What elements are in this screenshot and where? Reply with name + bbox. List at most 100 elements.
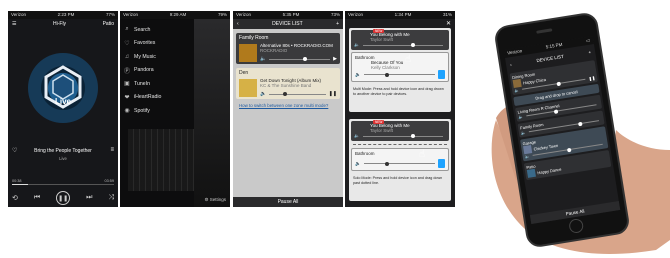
battery: 77% [105, 12, 115, 17]
previous-icon[interactable]: ⏮ [34, 194, 40, 202]
spotify-icon: ◉ [124, 108, 130, 115]
volume-knob[interactable] [385, 161, 390, 166]
queue-icon[interactable]: ≡ [110, 147, 114, 153]
album-cover [239, 78, 257, 97]
battery-icon: ▭ [585, 37, 591, 44]
album-art: Live [28, 53, 98, 123]
speaker-icon: 🔈 [518, 113, 524, 120]
volume-knob[interactable] [283, 92, 288, 96]
pause-icon[interactable]: ❚❚ [329, 91, 337, 97]
track-sub: ROCKRADIO [260, 48, 288, 53]
next-icon[interactable]: ⏭ [86, 194, 92, 202]
pause-all-button[interactable]: Pause All [233, 197, 343, 207]
menu-item-label: My Music [134, 53, 156, 60]
volume-knob[interactable] [410, 134, 415, 138]
menu-item-label: Pandora [134, 67, 154, 74]
battery: 79% [217, 12, 227, 17]
header: ‹ DEVICE LIST + [233, 19, 343, 29]
speaker-icon: 🔈 [355, 160, 361, 166]
album-art-text: Live [54, 97, 71, 106]
status-bar: Verizon 5:35 PM 73% [233, 11, 343, 19]
back-icon[interactable]: ‹ [510, 62, 512, 67]
volume-slider[interactable] [362, 43, 443, 47]
page-title: DEVICE LIST [272, 21, 303, 27]
menu-item-label: Favorites [134, 40, 156, 47]
track-title: Happy Dance [536, 166, 562, 175]
artist-name: Live [59, 156, 67, 161]
music-icon: ♫ [124, 53, 130, 60]
menu-item-label: Search [134, 26, 151, 33]
repeat-icon[interactable]: ⟲ [12, 194, 18, 202]
dotted-divider [353, 144, 447, 145]
volume-knob[interactable] [554, 108, 559, 114]
volume-knob[interactable] [567, 147, 572, 152]
close-icon[interactable]: ✕ [446, 20, 451, 27]
volume-slider[interactable] [363, 161, 435, 166]
volume-slider[interactable] [269, 92, 326, 96]
menu-item-spotify[interactable]: ◉ Spotify [120, 104, 194, 118]
volume-slider[interactable] [362, 134, 443, 138]
pause-icon[interactable]: ❚❚ [588, 75, 595, 81]
status-bar: Verizon 2:23 PM 77% [8, 11, 118, 19]
menu-item-tunein[interactable]: ▣ TuneIn [120, 77, 194, 91]
home-button[interactable] [568, 217, 585, 234]
volume-knob[interactable] [302, 57, 307, 61]
menu-item-favorites[interactable]: ♡ Favorites [120, 37, 194, 51]
time-total: 03:59 [104, 179, 114, 183]
camera [536, 28, 553, 34]
shuffle-icon[interactable]: ⤨ [108, 194, 114, 202]
page-title: DEVICE LIST [536, 53, 564, 63]
volume-knob[interactable] [556, 81, 562, 86]
help-link[interactable]: How to switch between one zone multi mod… [233, 99, 343, 112]
track-sub: KC & The Sunshine Band [260, 83, 312, 88]
volume-knob[interactable] [385, 72, 390, 77]
menu-item-my-music[interactable]: ♫ My Music [120, 50, 194, 64]
menu-item-label: TuneIn [134, 80, 150, 87]
add-icon[interactable]: + [336, 21, 339, 27]
carrier: Verizon [123, 12, 139, 17]
multi-mode-hint: Multi Mode: Press and hold device icon a… [353, 87, 444, 96]
play-icon[interactable]: ▶ [333, 56, 337, 62]
device-button[interactable]: Patio [103, 21, 114, 27]
album-cover [526, 168, 536, 178]
settings-button[interactable]: ⚙ Settings [204, 197, 226, 203]
volume-knob[interactable] [410, 43, 415, 47]
menu-item-search[interactable]: ⌕ Search [120, 23, 194, 37]
tunein-icon: ▣ [124, 81, 130, 88]
hand-pointer-icon: ☝ [405, 54, 412, 65]
time-row: 00:38 03:59 [12, 179, 114, 183]
speaker-icon: 🔈 [260, 56, 267, 62]
device-group[interactable]: Family Room Alternative 80s • ROCKRADIO.… [236, 33, 340, 64]
speaker-icon: 🔈 [354, 133, 360, 138]
device-icon[interactable] [438, 70, 445, 79]
device-group[interactable]: Den Get Down Tonight (Album Mix) KC & Th… [236, 68, 340, 99]
menu-icon[interactable]: ☰ [12, 21, 16, 27]
new-badge: NEW [373, 120, 385, 124]
device-card[interactable]: Bathroom Because Of You Kelly Clarkson 🔈 [351, 52, 449, 82]
heart-icon[interactable]: ♡ [12, 147, 17, 154]
add-icon[interactable]: + [588, 49, 591, 54]
solo-mode-hint: Solo Mode: Press and hold device icon an… [353, 176, 443, 185]
carrier: Verizon [11, 12, 27, 17]
volume-slider[interactable] [363, 72, 435, 77]
status-bar: Verizon 1:34 PM 31% [345, 11, 455, 19]
menu-item-label: iHeartRadio [134, 94, 162, 101]
device-card[interactable]: Bathroom 🔈 [351, 148, 449, 171]
speaker-icon: 🔈 [520, 129, 527, 136]
pause-button[interactable]: ❚❚ [56, 191, 71, 205]
battery: 31% [442, 12, 452, 17]
carrier: Verizon [236, 12, 252, 17]
menu-item-pandora[interactable]: Ⓟ Pandora [120, 64, 194, 78]
side-preview [194, 19, 230, 207]
source-menu-screen: Verizon 9:29 AM 79% ⌕ Search ♡ Favorites ♫… [120, 11, 230, 207]
device-card[interactable]: You Belong with Me Taylor Swift 🔈 [351, 30, 449, 50]
volume-slider[interactable] [269, 57, 331, 61]
clock: 9:29 AM [169, 12, 187, 17]
device-icon[interactable] [438, 159, 445, 168]
volume-knob[interactable] [577, 121, 583, 126]
progress-bar[interactable] [12, 184, 114, 185]
menu-item-iheartradio[interactable]: ❤ iHeartRadio [120, 91, 194, 105]
device-card[interactable]: You Belong with Me Taylor Swift 🔈 [351, 121, 449, 141]
back-icon[interactable]: ‹ [237, 21, 239, 27]
song-title: Bring the People Together [34, 148, 92, 154]
